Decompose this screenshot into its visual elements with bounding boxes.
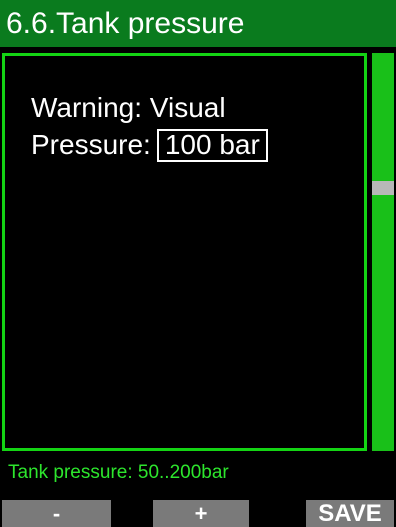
title-bar: 6.6.Tank pressure: [0, 0, 396, 47]
pressure-row[interactable]: Pressure: 100 bar: [31, 129, 268, 162]
decrease-button[interactable]: -: [2, 500, 111, 527]
scrollbar-thumb[interactable]: [372, 181, 394, 195]
range-hint: Tank pressure: 50..200bar: [8, 462, 229, 483]
save-button[interactable]: SAVE: [306, 500, 394, 527]
scrollbar[interactable]: [372, 53, 394, 451]
increase-button[interactable]: +: [153, 500, 249, 527]
pressure-value-field[interactable]: 100 bar: [156, 129, 268, 162]
warning-row[interactable]: Warning: Visual: [31, 93, 226, 123]
page-title: 6.6.Tank pressure: [6, 7, 245, 40]
warning-label: Warning:: [31, 92, 143, 123]
pressure-label: Pressure:: [31, 129, 151, 160]
warning-value: Visual: [149, 92, 226, 123]
